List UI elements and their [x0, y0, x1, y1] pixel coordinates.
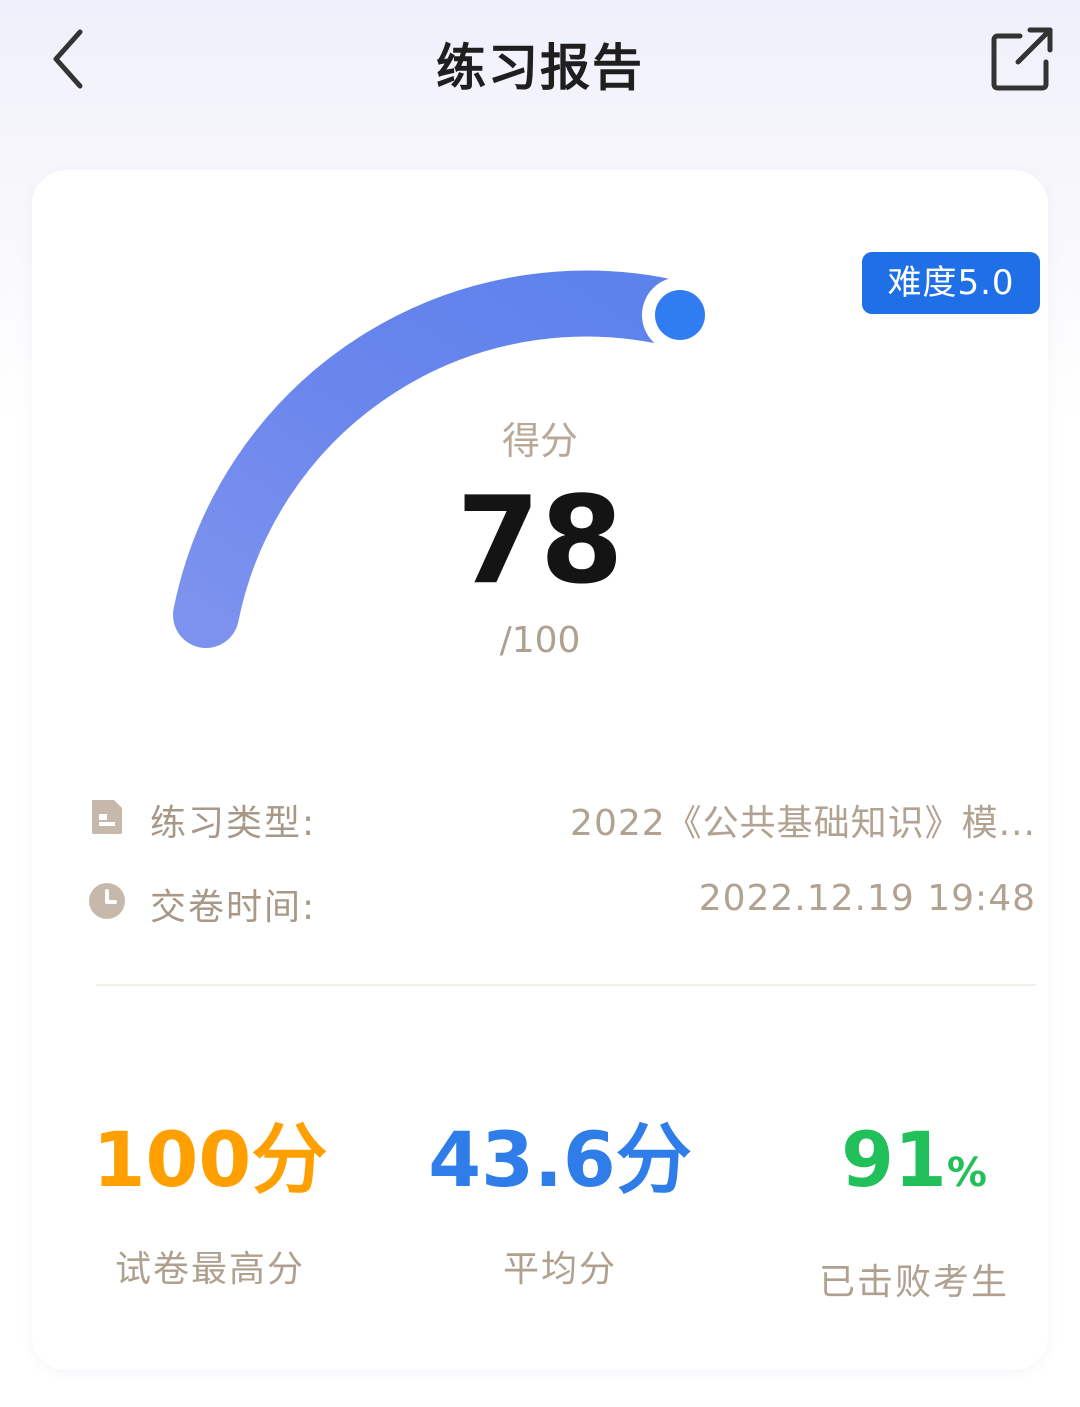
stat-average-score: 43.6分 平均分: [390, 1110, 730, 1292]
beaten-percent-value: 91%: [744, 1110, 1080, 1223]
beaten-percent-number: 91: [841, 1115, 947, 1204]
practice-type-row: 练习类型: 2022《公共基础知识》模...: [86, 788, 1036, 848]
average-score-value: 43.6分: [428, 1115, 692, 1204]
submit-time-row: 交卷时间: 2022.12.19 19:48: [86, 872, 1036, 932]
score-gauge: [173, 270, 718, 648]
clock-icon: [89, 883, 125, 919]
document-icon: [92, 800, 122, 834]
beaten-percent-label: 已击败考生: [818, 1262, 1009, 1303]
highest-score-value: 100分: [92, 1115, 328, 1204]
stat-beaten-examinees: 91% 已击败考生: [744, 1110, 1080, 1305]
percent-unit: %: [946, 1150, 987, 1196]
score-label: 得分: [501, 419, 578, 463]
score-total: /100: [499, 620, 581, 661]
submit-time-label: 交卷时间:: [150, 887, 317, 928]
submit-time-value: 2022.12.19 19:48: [698, 878, 1036, 919]
difficulty-badge: 难度5.0: [862, 252, 1040, 314]
stat-highest-score: 100分 试卷最高分: [40, 1110, 380, 1292]
average-score-label: 平均分: [502, 1249, 617, 1290]
practice-type-value: 2022《公共基础知识》模...: [570, 803, 1036, 844]
score-value: 78: [456, 472, 624, 611]
divider: [96, 984, 1036, 986]
gauge-knob: [655, 290, 705, 340]
practice-type-label: 练习类型:: [150, 803, 317, 844]
highest-score-label: 试卷最高分: [114, 1249, 305, 1290]
